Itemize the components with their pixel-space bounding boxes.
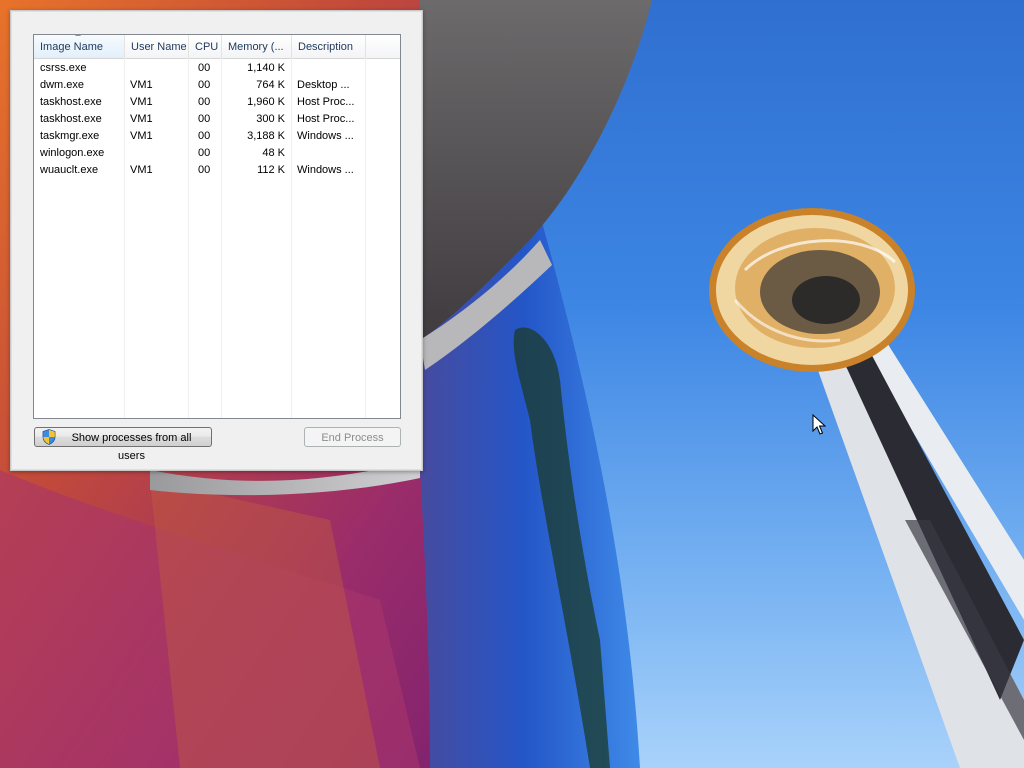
cell-cpu: 00	[198, 79, 211, 91]
column-label: User Name	[131, 41, 187, 53]
cell-memory: 3,188 K	[247, 130, 285, 142]
cell-image-name: taskhost.exe	[40, 96, 102, 108]
column-header-description[interactable]: Description	[292, 35, 366, 58]
table-row[interactable]: taskhost.exe VM1 00 1,960 K Host Proc...	[34, 94, 400, 111]
cell-user-name: VM1	[130, 113, 153, 125]
column-label: CPU	[195, 41, 219, 53]
cell-description	[297, 60, 367, 77]
column-header-cpu[interactable]: CPU	[189, 35, 222, 58]
cell-memory: 1,960 K	[247, 96, 285, 108]
column-label: Memory (...	[228, 41, 284, 53]
cell-description: Windows ...	[297, 130, 354, 142]
cell-cpu: 00	[198, 96, 211, 108]
table-row[interactable]: dwm.exe VM1 00 764 K Desktop ...	[34, 77, 400, 94]
process-list[interactable]: Image Name User Name CPU Memory (... Des…	[33, 34, 401, 419]
cell-memory: 112 K	[257, 164, 285, 176]
cell-description: Host Proc...	[297, 113, 355, 125]
cell-description: Host Proc...	[297, 96, 355, 108]
cell-cpu: 00	[198, 113, 211, 125]
list-header: Image Name User Name CPU Memory (... Des…	[34, 35, 400, 59]
cell-user-name	[130, 60, 186, 77]
cell-image-name: winlogon.exe	[40, 147, 105, 159]
cell-memory: 300 K	[256, 113, 285, 125]
column-label: Description	[298, 41, 354, 53]
column-header-memory[interactable]: Memory (...	[222, 35, 292, 58]
button-label: End Process	[321, 432, 384, 444]
cell-description: Desktop ...	[297, 79, 350, 91]
cell-cpu: 00	[198, 164, 211, 176]
column-header-user-name[interactable]: User Name	[125, 35, 189, 58]
column-label: Image Name	[40, 41, 103, 53]
sort-ascending-icon	[75, 35, 81, 36]
cell-image-name: csrss.exe	[40, 62, 87, 74]
cell-memory: 1,140 K	[247, 62, 285, 74]
cell-image-name: wuauclt.exe	[40, 164, 99, 176]
uac-shield-icon	[42, 429, 56, 445]
cell-user-name: VM1	[130, 130, 153, 142]
cell-cpu: 00	[198, 147, 211, 159]
process-rows: csrss.exe 00 1,140 K dwm.exe VM1 00 764 …	[34, 60, 400, 179]
cell-user-name	[130, 145, 186, 162]
table-row[interactable]: taskmgr.exe VM1 00 3,188 K Windows ...	[34, 128, 400, 145]
table-row[interactable]: wuauclt.exe VM1 00 112 K Windows ...	[34, 162, 400, 179]
cell-image-name: taskmgr.exe	[40, 130, 100, 142]
table-row[interactable]: taskhost.exe VM1 00 300 K Host Proc...	[34, 111, 400, 128]
cell-user-name: VM1	[130, 79, 153, 91]
cell-user-name: VM1	[130, 164, 153, 176]
table-row[interactable]: csrss.exe 00 1,140 K	[34, 60, 400, 77]
mouse-pointer-icon	[812, 414, 826, 435]
table-row[interactable]: winlogon.exe 00 48 K	[34, 145, 400, 162]
cell-image-name: dwm.exe	[40, 79, 85, 91]
end-process-button[interactable]: End Process	[304, 427, 401, 447]
cell-image-name: taskhost.exe	[40, 113, 102, 125]
cell-user-name: VM1	[130, 96, 153, 108]
show-all-users-button[interactable]: Show processes from all users	[34, 427, 212, 462]
cell-description	[297, 145, 367, 162]
cell-memory: 48 K	[262, 147, 285, 159]
cell-cpu: 00	[198, 62, 211, 74]
cell-memory: 764 K	[256, 79, 285, 91]
cell-cpu: 00	[198, 130, 211, 142]
task-manager-window: Image Name User Name CPU Memory (... Des…	[10, 10, 423, 471]
cell-description: Windows ...	[297, 164, 354, 176]
column-header-image-name[interactable]: Image Name	[34, 35, 125, 58]
space-needle	[709, 208, 1024, 768]
